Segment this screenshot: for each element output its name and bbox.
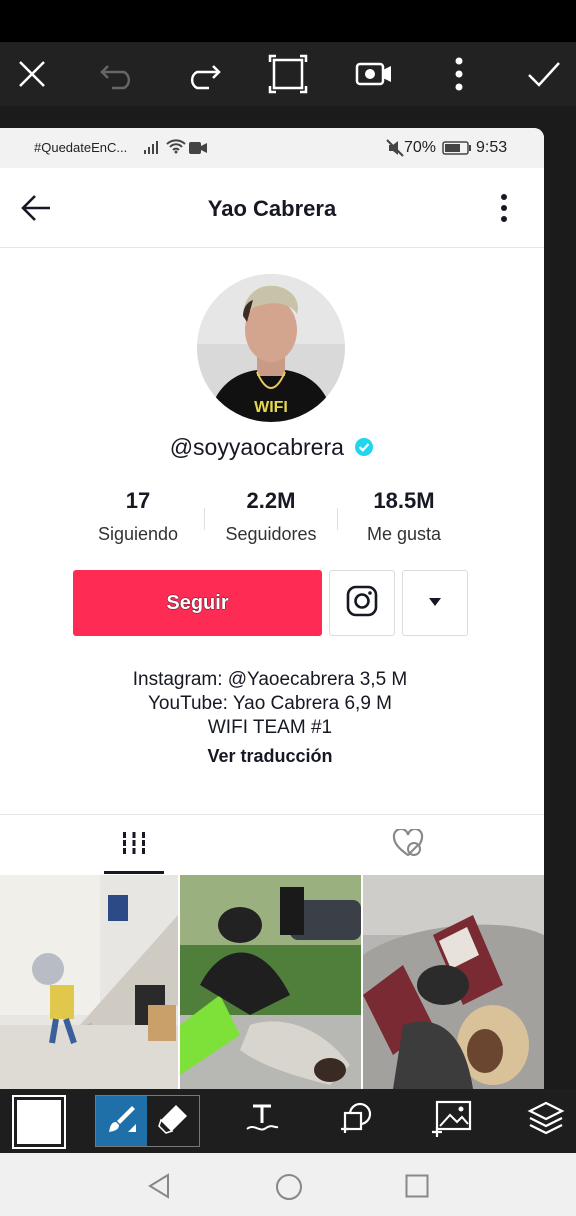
wifi-icon [166,138,186,158]
caret-down-icon [428,594,442,612]
profile-header: Yao Cabrera [0,168,544,248]
text-tool[interactable] [236,1095,288,1145]
clock: 9:53 [476,139,508,156]
text-icon [244,1101,280,1140]
avatar[interactable]: WIFI [197,274,345,422]
video-thumbnail[interactable] [0,875,178,1089]
status-bar: #QuedateEnC... 70% 9:53 [0,128,544,168]
following-label: Siguiendo [97,524,179,544]
tab-liked[interactable] [378,815,438,875]
color-swatch[interactable] [12,1095,66,1149]
stat-following[interactable]: 17 Siguiendo [73,488,203,545]
eraser-icon [156,1102,190,1141]
undo-icon[interactable] [88,42,148,106]
sticker-add-icon [337,1099,375,1142]
translate-link[interactable]: Ver traducción [0,746,540,767]
video-record-icon[interactable] [344,42,404,106]
brush-icon [106,1103,138,1140]
video-thumbnail[interactable] [363,875,544,1089]
video-thumbnail[interactable] [180,875,361,1089]
verified-badge-icon [354,436,374,463]
battery-percent: 70% [404,139,437,156]
active-tab-indicator [104,871,164,874]
crop-icon[interactable] [258,42,318,106]
close-icon[interactable] [2,42,62,106]
bio-line: Instagram: @Yaoecabrera 3,5 M [132,669,408,690]
editor-bottom-toolbar [0,1089,576,1153]
more-options-icon[interactable] [429,42,489,106]
android-nav-bar [0,1153,576,1216]
layers-icon [527,1100,565,1141]
followers-count: 2.2M [246,488,296,513]
instagram-button[interactable] [329,570,395,636]
camera-record-icon [189,141,207,158]
layers-tool[interactable] [520,1095,572,1145]
apply-check-icon[interactable] [514,42,574,106]
likes-label: Me gusta [366,524,442,544]
profile-handle: @soyyaocabrera [169,434,344,460]
follow-button[interactable]: Seguir [73,570,322,636]
stat-followers[interactable]: 2.2M Seguidores [205,488,337,545]
heart-hidden-icon [392,827,424,862]
instagram-icon [346,585,378,622]
bio-line: WIFI TEAM #1 [207,717,333,738]
nav-recents-icon[interactable] [405,1174,429,1203]
add-photo-icon [431,1099,473,1142]
followers-label: Seguidores [225,524,317,544]
stat-likes[interactable]: 18.5M Me gusta [338,488,470,545]
tab-videos[interactable] [104,815,164,875]
sticker-tool[interactable] [330,1095,382,1145]
redo-icon[interactable] [173,42,233,106]
tiktok-profile-screenshot: #QuedateEnC... 70% 9:53 Yao Cabrera WIFI… [0,128,544,1089]
bio-line: YouTube: Yao Cabrera 6,9 M [148,693,392,714]
profile-handle-row: @soyyaocabrera [0,434,544,463]
editor-top-toolbar [0,42,576,106]
status-hashtag: #QuedateEnC... [34,140,128,155]
battery-icon [442,141,472,159]
more-options-icon[interactable] [498,193,510,228]
following-count: 17 [125,488,151,513]
avatar-shirt-text: WIFI [254,399,288,416]
profile-tabs [0,814,544,875]
likes-count: 18.5M [373,488,435,513]
add-photo-tool[interactable] [425,1095,479,1145]
signal-icon [144,140,158,158]
brush-eraser-group [95,1095,200,1147]
suggestions-dropdown-button[interactable] [402,570,468,636]
eraser-tool[interactable] [147,1096,199,1146]
brush-tool[interactable] [96,1096,147,1146]
page-title: Yao Cabrera [207,196,337,221]
grid-icon [121,830,147,861]
nav-back-icon[interactable] [146,1173,172,1204]
mute-icon [386,139,404,161]
nav-home-icon[interactable] [275,1173,303,1206]
